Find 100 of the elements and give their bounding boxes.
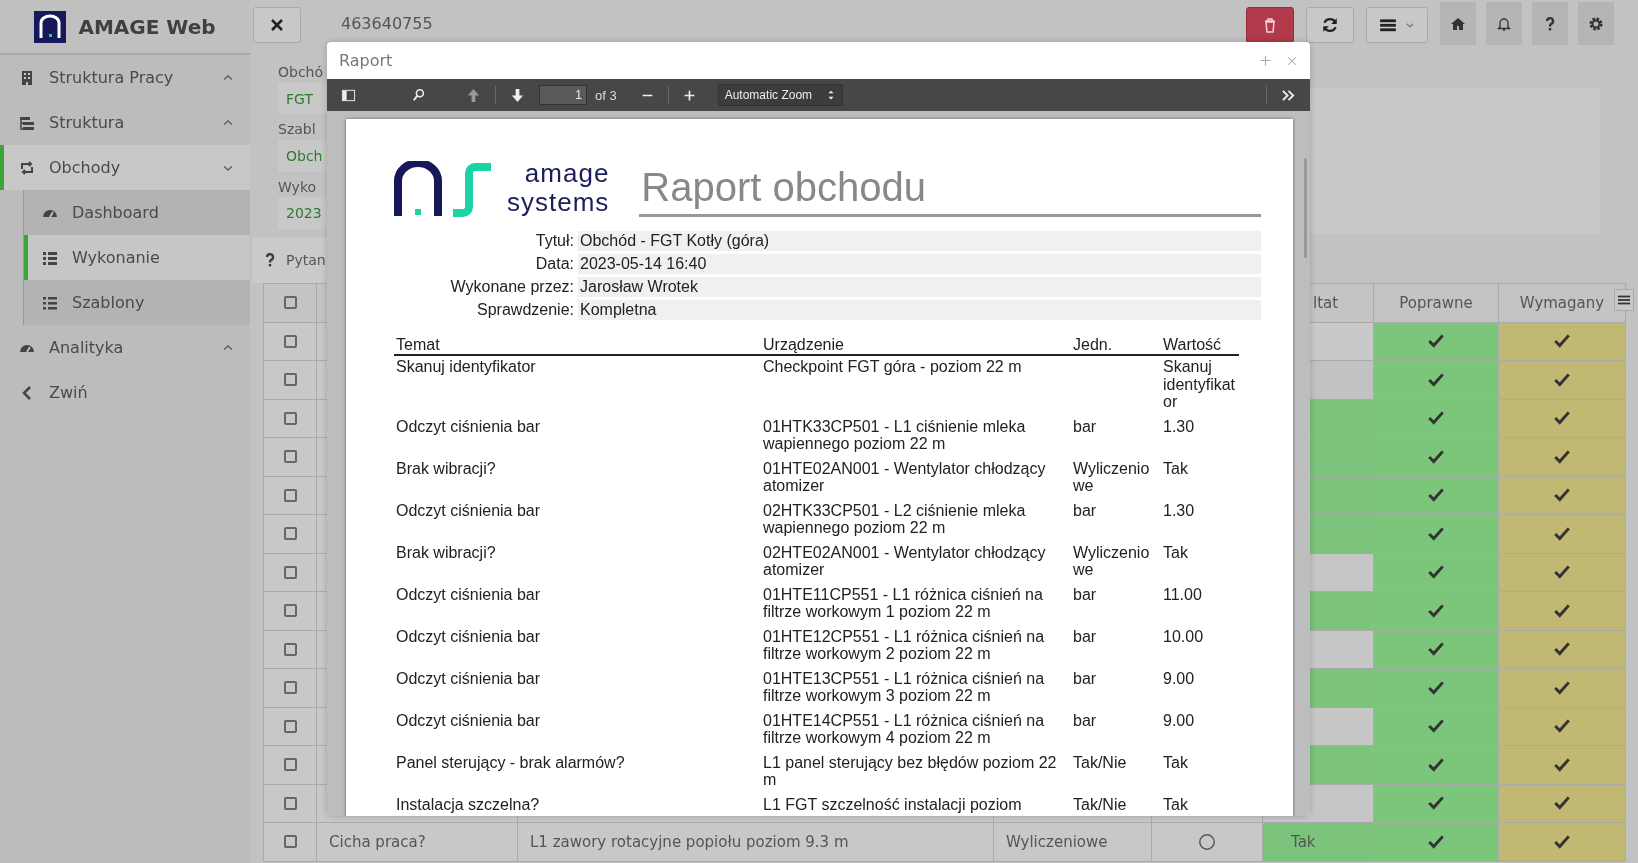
column-header: Wartość	[1161, 332, 1239, 356]
plus-icon	[1259, 54, 1272, 67]
column-header[interactable]: Wymagany	[1499, 284, 1626, 323]
home-icon	[1450, 15, 1466, 32]
close-icon	[269, 17, 285, 33]
row-checkbox[interactable]	[283, 719, 297, 733]
maximize-button[interactable]	[1259, 54, 1272, 67]
column-menu-button[interactable]	[1614, 289, 1634, 311]
table-cell-text: 1.30	[1162, 416, 1196, 437]
settings-button[interactable]	[1578, 2, 1614, 45]
column-header: Jedn.	[1071, 332, 1161, 356]
row-checkbox[interactable]	[283, 796, 297, 810]
row-checkbox[interactable]	[283, 835, 297, 849]
refresh-button[interactable]	[1306, 7, 1354, 43]
table-cell-text: Tak	[1162, 542, 1189, 563]
arrow-up-icon	[466, 87, 481, 103]
row-checkbox[interactable]	[283, 373, 297, 387]
arrow-down-icon	[510, 87, 525, 103]
brand-name: AMAGE Web	[78, 14, 216, 39]
row-checkbox[interactable]	[283, 758, 297, 772]
table-cell-text: Wyliczeniowe	[1072, 458, 1151, 496]
menu-icon	[1617, 293, 1631, 307]
nav-item[interactable]: Obchody	[0, 145, 250, 190]
nav-item[interactable]: Zwiń	[0, 370, 250, 415]
row-checkbox[interactable]	[283, 527, 297, 541]
row-checkbox[interactable]	[283, 488, 297, 502]
nav-item[interactable]: Analityka	[0, 325, 250, 370]
building-icon	[19, 69, 35, 86]
delete-button[interactable]	[1246, 7, 1294, 43]
nav-item[interactable]: Dashboard	[24, 190, 250, 235]
table-cell: Wyliczeniowe	[994, 823, 1152, 862]
result-cell: Tak	[1263, 823, 1374, 862]
loop-icon	[19, 159, 35, 176]
info-value: Kompletna	[578, 300, 1261, 320]
table-cell-text: 01HTE11CP551 - L1 różnica ciśnień na filtrze workowym 1 poziom 22 m	[762, 584, 1044, 622]
row-checkbox[interactable]	[283, 334, 297, 348]
double-chevron-icon	[1281, 87, 1296, 103]
menu-icon	[1379, 16, 1397, 34]
table-cell-text: Brak wibracji?	[395, 542, 497, 563]
help-button[interactable]	[1532, 2, 1568, 45]
table-cell-text: Odczyt ciśnienia bar	[395, 416, 542, 437]
table-cell-text: 9.00	[1162, 710, 1196, 731]
settings-icon	[1588, 15, 1604, 32]
row-checkbox[interactable]	[283, 450, 297, 464]
table-cell-text: 02HTK33CP501 - L2 ciśnienie mleka wapiennego poziom 22 m	[762, 500, 1027, 538]
table-cell-text: bar	[1072, 668, 1098, 689]
table-cell-text: 01HTE13CP551 - L1 różnica ciśnień na filtrze workowym 3 poziom 22 m	[762, 668, 1046, 706]
table-cell-text: bar	[1072, 710, 1098, 731]
chevron-down-icon	[1405, 20, 1415, 30]
nav-item[interactable]: Szablony	[24, 280, 250, 325]
info-label: Sprawdzenie:	[476, 300, 574, 320]
info-value: Obchód - FGT Kotły (góra)	[578, 231, 1261, 251]
info-value: Jarosław Wrotek	[578, 277, 1261, 297]
table-cell-text: Wyliczeniowe	[1072, 542, 1151, 580]
zoom-select[interactable]: Automatic Zoom	[717, 84, 844, 106]
row-checkbox[interactable]	[283, 681, 297, 695]
nav-item[interactable]: Wykonanie	[24, 235, 250, 280]
report-title: Raport obchodu	[639, 165, 1261, 217]
page-number-field[interactable]: 1	[539, 85, 587, 105]
table-cell: L1 zawory rotacyjne popiołu poziom 9.3 m	[518, 823, 994, 862]
field-label: Wyko	[278, 177, 317, 197]
table-cell-text: 01HTE14CP551 - L1 różnica ciśnień na filtrze workowym 4 poziom 22 m	[762, 710, 1046, 748]
bell-icon	[1496, 15, 1512, 32]
notifications-button[interactable]	[1486, 2, 1522, 45]
info-label: Wykonane przez:	[449, 277, 574, 297]
tree-icon	[19, 114, 35, 131]
info-value: 2023-05-14 16:40	[578, 254, 1261, 274]
refresh-icon	[1321, 16, 1339, 34]
circle-icon	[1199, 833, 1215, 850]
field-label: Obchó	[278, 62, 324, 82]
table-cell-text: L1 panel sterujący bez błędów poziom 22 m	[762, 752, 1058, 790]
table-cell-text: Tak	[1162, 752, 1189, 773]
table-cell-text: Tak	[1162, 458, 1189, 479]
tab-label: Pytan	[286, 252, 326, 268]
nav-item[interactable]: Struktura	[0, 100, 250, 145]
page-count: of 3	[595, 87, 617, 103]
nav-item[interactable]: Struktura Pracy	[0, 55, 250, 100]
column-header[interactable]: Poprawne	[1374, 284, 1499, 323]
row-checkbox[interactable]	[283, 411, 297, 425]
table-cell-text: 11.00	[1162, 584, 1203, 605]
table-cell-text: 1.30	[1162, 500, 1196, 521]
table-cell-text: Skanuj identyfikator	[395, 357, 537, 377]
select-all-checkbox[interactable]	[283, 296, 297, 310]
menu-button[interactable]	[1366, 7, 1428, 43]
table-cell-text: Tak/Nie	[1072, 752, 1128, 773]
table-cell-text: 10.00	[1162, 626, 1205, 647]
table-cell-text: 01HTE12CP551 - L1 różnica ciśnień na filtrze workowym 2 poziom 22 m	[762, 626, 1046, 664]
table-cell-text: Odczyt ciśnienia bar	[395, 626, 542, 647]
row-checkbox[interactable]	[283, 565, 297, 579]
row-checkbox[interactable]	[283, 604, 297, 618]
close-button[interactable]	[253, 7, 301, 43]
logo-icon	[34, 10, 67, 43]
row-checkbox[interactable]	[283, 642, 297, 656]
table-cell-text: 9.00	[1162, 668, 1196, 689]
record-id: 463640755	[341, 14, 434, 33]
table-cell-text: Tak/Nie	[1072, 794, 1128, 815]
info-label: Tytuł:	[534, 231, 574, 251]
table-cell-text: 01HTE02AN001 - Wentylator chłodzący atomizer	[762, 458, 1047, 496]
table-cell-text: bar	[1072, 500, 1098, 521]
home-button[interactable]	[1440, 2, 1476, 45]
